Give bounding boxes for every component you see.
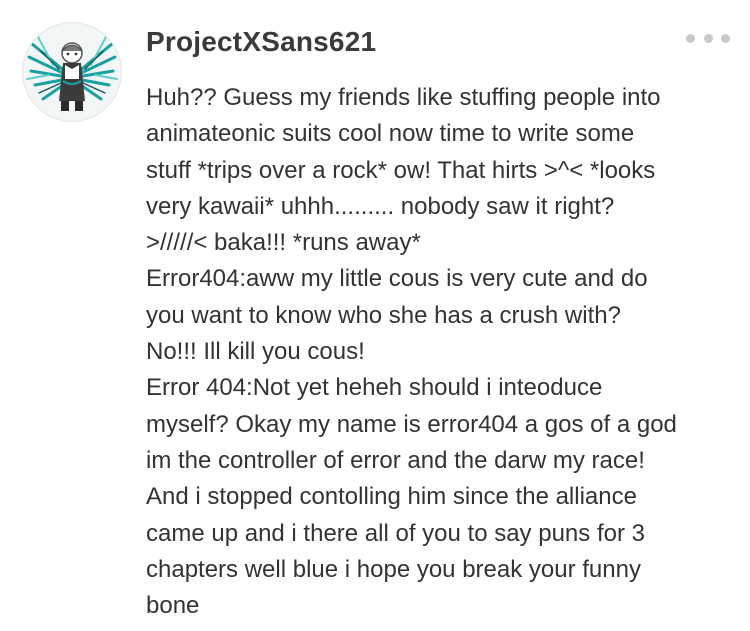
comment-line: bone [146, 592, 200, 620]
comment-body: Huh?? Guess my friends like stuffing peo… [146, 80, 736, 624]
comment-line: Huh?? Guess my friends like stuffing peo… [146, 84, 661, 111]
comment-line: very kawaii* uhhh......... nobody saw it… [146, 192, 615, 220]
comment-line: chapters well blue i hope you break your… [146, 555, 641, 583]
comment-line: Error404:aww my little cous is very cute… [146, 265, 648, 293]
more-dot [721, 33, 730, 43]
comment-line: stuff *trips over a rock* ow! That hirts… [146, 156, 656, 184]
profile-avatar-icon [26, 34, 118, 111]
more-options-icon[interactable] [686, 30, 730, 46]
more-dot [703, 33, 713, 43]
comment-line: Error 404:Not yet heheh should i inteodu… [146, 374, 603, 402]
comment-line: im the controller of error and the darw … [146, 446, 645, 474]
comment-line: And i stopped contolling him since the a… [146, 483, 637, 511]
more-dot [686, 33, 695, 43]
comment-line: No!!! Ill kill you cous! [146, 338, 365, 366]
comment-line: myself? Okay my name is error404 a gos o… [146, 410, 677, 438]
author-username[interactable]: ProjectXSans621 [146, 26, 376, 58]
comment-line: >/////< baka!!! *runs away* [146, 229, 421, 257]
comment-line: you want to know who she has a crush wit… [146, 301, 621, 329]
comment-line: animateonic suits cool now time to write… [146, 120, 635, 148]
comment-line: came up and i there all of you to say pu… [146, 519, 645, 547]
comment-card: ProjectXSans621 Huh?? Guess my friends l… [0, 0, 750, 631]
user-avatar[interactable] [22, 22, 122, 122]
